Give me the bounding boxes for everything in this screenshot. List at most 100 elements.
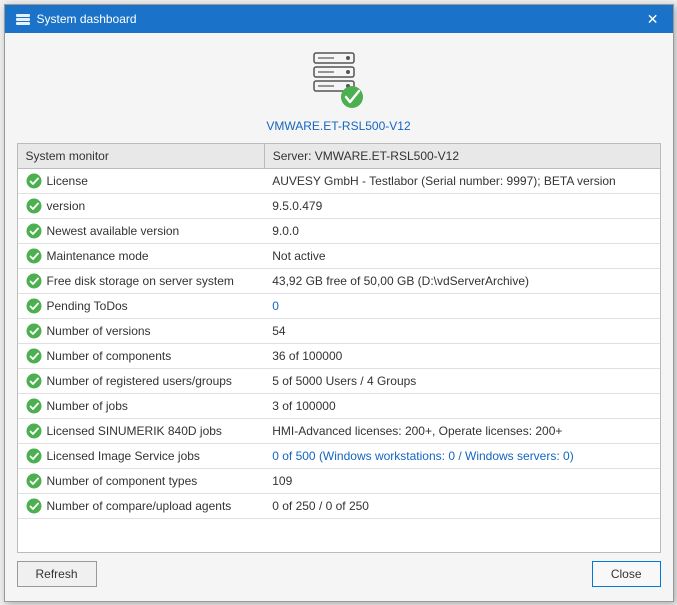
row-label-cell: Number of component types [18,468,265,493]
row-label-cell: Free disk storage on server system [18,268,265,293]
check-icon [26,323,42,339]
row-label: Maintenance mode [26,248,257,264]
server-header: VMWARE.ET-RSL500-V12 [17,45,661,133]
row-value-cell: 5 of 5000 Users / 4 Groups [264,368,659,393]
row-label-cell: Number of components [18,343,265,368]
row-label: Pending ToDos [26,298,257,314]
row-value-cell: HMI-Advanced licenses: 200+, Operate lic… [264,418,659,443]
row-value: 0 [272,299,279,313]
check-icon [26,448,42,464]
row-value: Not active [272,249,325,263]
row-value-cell: 36 of 100000 [264,343,659,368]
title-bar-left: System dashboard [15,11,137,27]
row-label: Number of versions [26,323,257,339]
check-icon [26,498,42,514]
table-row: Number of registered users/groups 5 of 5… [18,368,660,393]
row-label: License [26,173,257,189]
table-row: version 9.5.0.479 [18,193,660,218]
check-icon [26,273,42,289]
row-label: version [26,198,257,214]
table-row: License AUVESY GmbH - Testlabor (Serial … [18,168,660,193]
row-value-cell: 109 [264,468,659,493]
check-icon [26,348,42,364]
row-label: Number of component types [26,473,257,489]
table-row: Number of compare/upload agents 0 of 250… [18,493,660,518]
row-value: 109 [272,474,292,488]
row-label-cell: Licensed SINUMERIK 840D jobs [18,418,265,443]
window-title: System dashboard [37,12,137,26]
server-graphic [304,45,374,115]
row-label: Newest available version [26,223,257,239]
row-value: AUVESY GmbH - Testlabor (Serial number: … [272,174,615,188]
row-label-cell: License [18,168,265,193]
content-area: VMWARE.ET-RSL500-V12 System monitor Serv… [5,33,673,601]
row-label-cell: Number of compare/upload agents [18,493,265,518]
check-icon [26,473,42,489]
check-icon [26,298,42,314]
row-label-cell: Maintenance mode [18,243,265,268]
table-row: Number of component types 109 [18,468,660,493]
row-label-cell: Newest available version [18,218,265,243]
row-label: Licensed Image Service jobs [26,448,257,464]
data-table-container: System monitor Server: VMWARE.ET-RSL500-… [17,143,661,553]
row-value: 9.5.0.479 [272,199,322,213]
table-row: Number of jobs 3 of 100000 [18,393,660,418]
table-row: Free disk storage on server system 43,92… [18,268,660,293]
table-row: Licensed SINUMERIK 840D jobs HMI-Advance… [18,418,660,443]
row-value: 0 of 250 / 0 of 250 [272,499,369,513]
row-value-cell: 54 [264,318,659,343]
system-dashboard-window: System dashboard ✕ [4,4,674,602]
row-label: Licensed SINUMERIK 840D jobs [26,423,257,439]
row-label-cell: Number of registered users/groups [18,368,265,393]
row-value: 9.0.0 [272,224,299,238]
row-label-cell: version [18,193,265,218]
check-icon [26,223,42,239]
footer: Refresh Close [17,553,661,589]
table-row: Maintenance mode Not active [18,243,660,268]
check-icon [26,398,42,414]
row-value-cell: 9.0.0 [264,218,659,243]
row-value: 5 of 5000 Users / 4 Groups [272,374,416,388]
row-value-cell: 3 of 100000 [264,393,659,418]
row-value-cell: Not active [264,243,659,268]
window-icon [15,11,31,27]
check-icon [26,198,42,214]
row-value: 54 [272,324,285,338]
row-value-cell: 43,92 GB free of 50,00 GB (D:\vdServerAr… [264,268,659,293]
table-row: Number of versions 54 [18,318,660,343]
row-value: HMI-Advanced licenses: 200+, Operate lic… [272,424,562,438]
table-row: Licensed Image Service jobs 0 of 500 (Wi… [18,443,660,468]
col2-header: Server: VMWARE.ET-RSL500-V12 [264,144,659,169]
system-info-table: System monitor Server: VMWARE.ET-RSL500-… [18,144,660,519]
row-label: Number of jobs [26,398,257,414]
refresh-button[interactable]: Refresh [17,561,97,587]
row-value: 43,92 GB free of 50,00 GB (D:\vdServerAr… [272,274,529,288]
row-value-cell: AUVESY GmbH - Testlabor (Serial number: … [264,168,659,193]
title-bar: System dashboard ✕ [5,5,673,33]
row-label: Number of components [26,348,257,364]
row-value: 36 of 100000 [272,349,342,363]
row-value-cell: 9.5.0.479 [264,193,659,218]
table-row: Newest available version 9.0.0 [18,218,660,243]
row-label-cell: Number of versions [18,318,265,343]
row-value: 3 of 100000 [272,399,335,413]
row-label: Number of compare/upload agents [26,498,257,514]
row-label: Number of registered users/groups [26,373,257,389]
col1-header: System monitor [18,144,265,169]
row-label-cell: Number of jobs [18,393,265,418]
check-icon [26,248,42,264]
row-value-cell: 0 [264,293,659,318]
server-icon-container [304,45,374,115]
table-row: Pending ToDos 0 [18,293,660,318]
row-label-cell: Pending ToDos [18,293,265,318]
check-icon [26,173,42,189]
check-icon [26,373,42,389]
table-row: Number of components 36 of 100000 [18,343,660,368]
close-button[interactable]: Close [592,561,661,587]
row-value: 0 of 500 (Windows workstations: 0 / Wind… [272,449,573,463]
window-close-button[interactable]: ✕ [643,12,663,26]
check-icon [26,423,42,439]
row-value-cell: 0 of 250 / 0 of 250 [264,493,659,518]
row-label: Free disk storage on server system [26,273,257,289]
server-name-label: VMWARE.ET-RSL500-V12 [266,119,410,133]
